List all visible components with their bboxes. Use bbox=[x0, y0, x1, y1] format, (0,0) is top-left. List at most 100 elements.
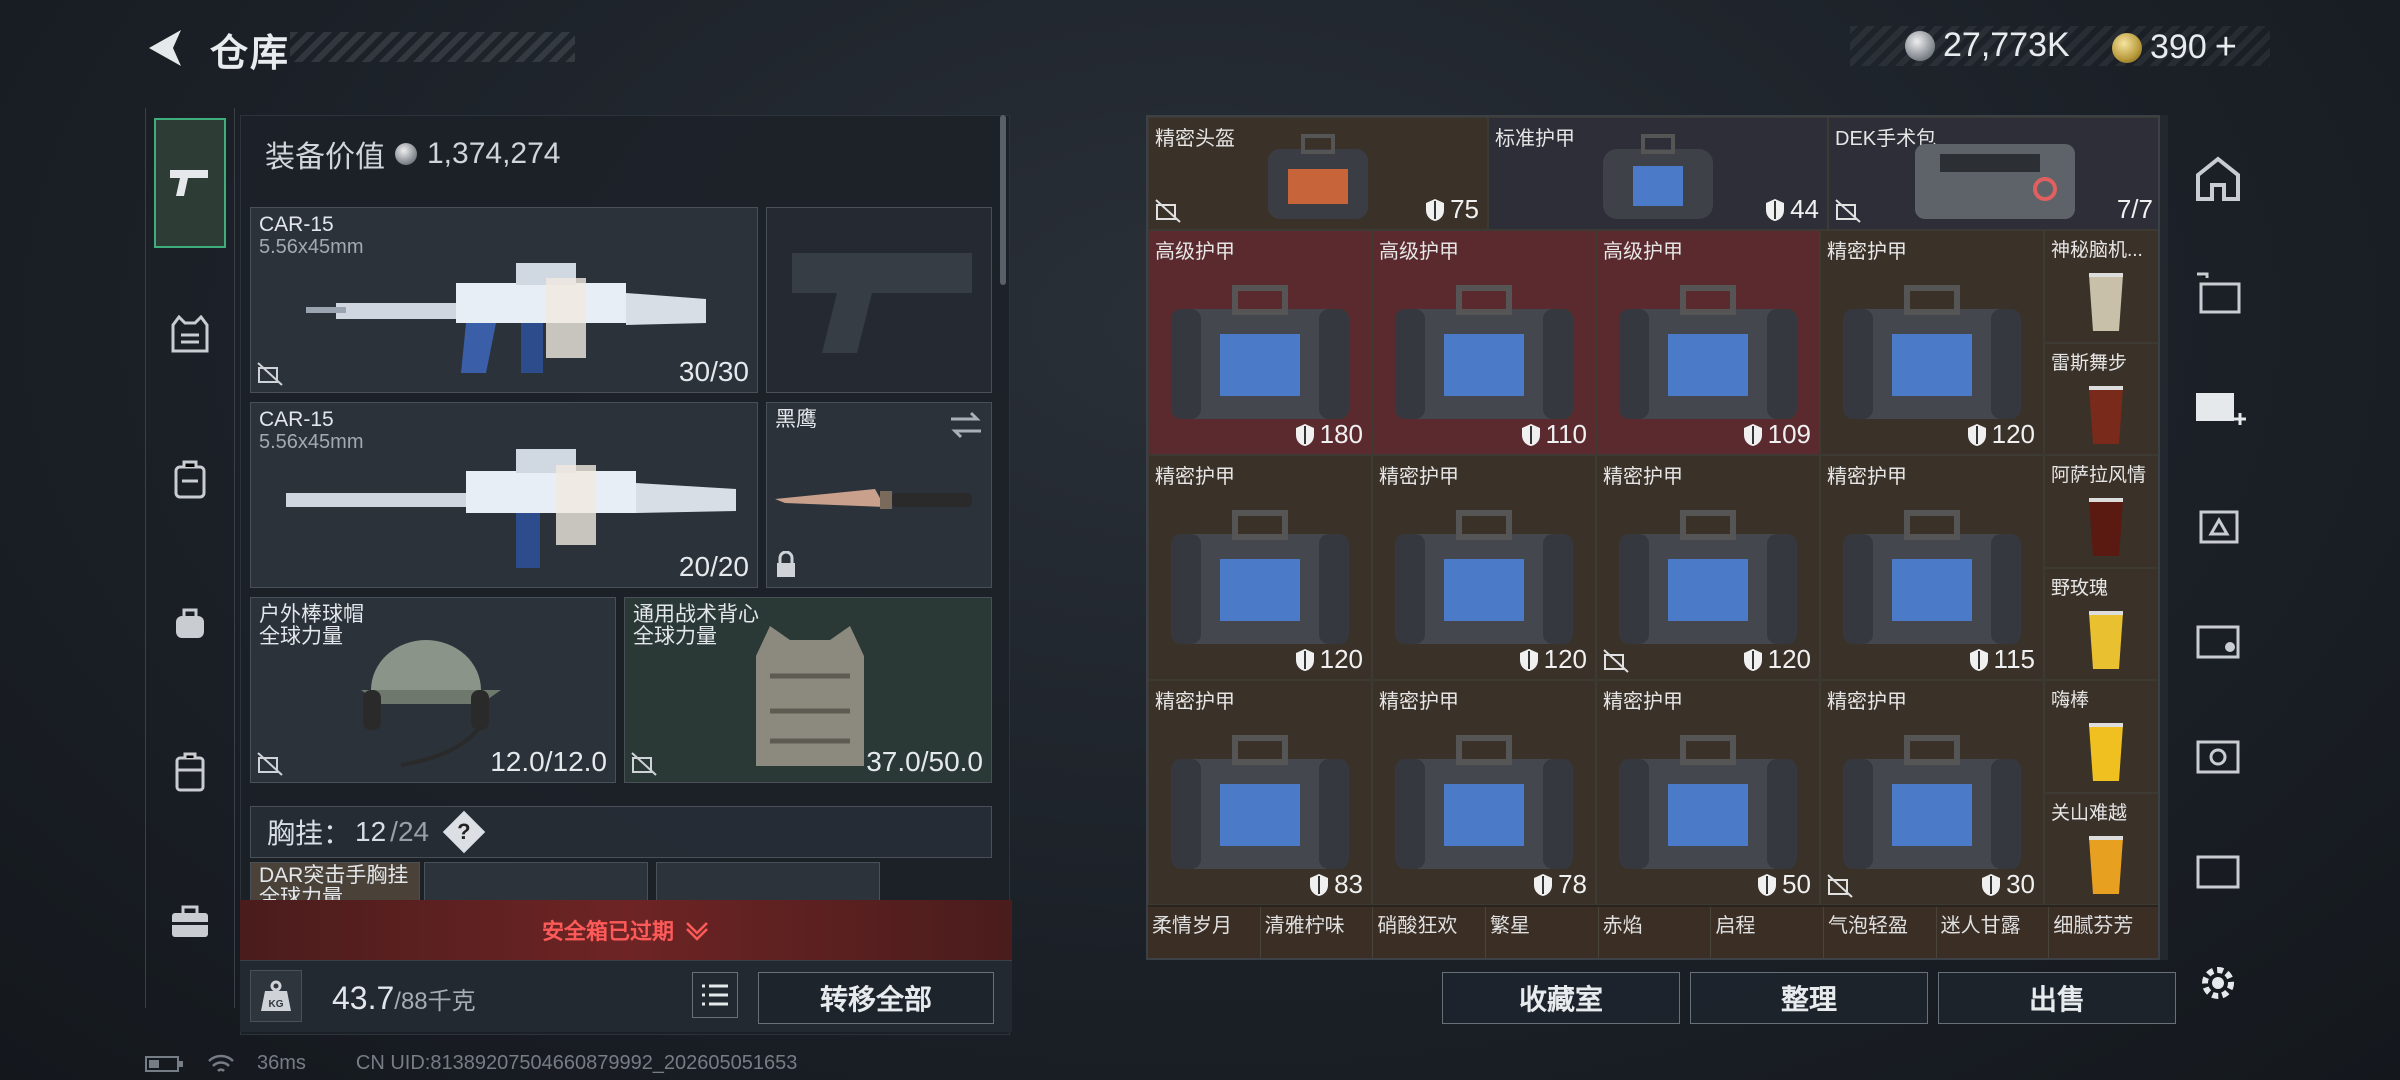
safe-box-expired-banner[interactable]: 安全箱已过期 bbox=[240, 900, 1012, 960]
storage-gti-icon bbox=[2196, 625, 2240, 659]
not-insured-icon bbox=[1835, 199, 1861, 223]
item-name: 高级护甲 bbox=[1155, 241, 1235, 263]
case-icon bbox=[175, 752, 205, 792]
strip-item[interactable]: 启程 bbox=[1711, 907, 1824, 958]
grid-item[interactable]: 精密护甲 83 bbox=[1148, 680, 1372, 905]
tab-storage-6[interactable] bbox=[2186, 718, 2250, 788]
strip-item[interactable]: 硝酸狂欢 bbox=[1373, 907, 1486, 958]
organize-button[interactable]: 整理 bbox=[1690, 972, 1928, 1024]
grid-item[interactable]: 高级护甲 110 bbox=[1372, 230, 1596, 455]
right-storage-tabs bbox=[2180, 108, 2255, 1008]
helmet-slot[interactable]: 户外棒球帽 全球力量 12.0/12.0 bbox=[250, 597, 616, 783]
melee-slot[interactable]: 黑鹰 bbox=[766, 402, 992, 588]
tab-storage-5[interactable] bbox=[2186, 603, 2250, 673]
sell-button[interactable]: 出售 bbox=[1938, 972, 2176, 1024]
settings-button[interactable] bbox=[2186, 948, 2250, 1018]
secondary-weapon-slot[interactable]: CAR-15 5.56x45mm 20/20 bbox=[250, 402, 758, 588]
primary-weapon-slot[interactable]: CAR-15 5.56x45mm 30/30 bbox=[250, 207, 758, 393]
vest-name: 通用战术背心 bbox=[633, 603, 759, 626]
tab-armor[interactable] bbox=[154, 298, 226, 370]
grid-item[interactable]: 精密护甲 120 bbox=[1148, 455, 1372, 680]
tab-storage-7[interactable] bbox=[2186, 833, 2250, 903]
side-item[interactable]: 雷斯舞步 bbox=[2044, 342, 2158, 455]
uid-text: CN UID:813892075046608799​92_20260505165… bbox=[355, 1052, 798, 1074]
vest-slot[interactable]: 通用战术背心 全球力量 37.0/50.0 bbox=[624, 597, 992, 783]
side-item[interactable]: 阿萨拉风情 bbox=[2044, 455, 2158, 568]
strip-item[interactable]: 迷人甘露 bbox=[1936, 907, 2050, 958]
strip-item[interactable]: 细腻芬芳 bbox=[2049, 907, 2158, 958]
item-name: 野玫瑰 bbox=[2051, 577, 2109, 599]
grid-item[interactable]: DEK手术包 7/7 bbox=[1828, 117, 2158, 230]
not-insured-icon bbox=[1603, 649, 1629, 673]
helmet-durability: 12.0/12.0 bbox=[490, 746, 607, 777]
add-storage-icon bbox=[2196, 393, 2246, 425]
drink-image bbox=[2089, 273, 2123, 331]
tab-storage-home[interactable] bbox=[2186, 144, 2250, 214]
back-arrow-icon[interactable] bbox=[145, 26, 185, 70]
equipment-scrollbar[interactable] bbox=[1000, 115, 1006, 285]
chest-rig-slot[interactable] bbox=[656, 862, 880, 902]
item-name: 精密护甲 bbox=[1379, 466, 1459, 488]
strip-item[interactable]: 气泡轻盈 bbox=[1824, 907, 1937, 958]
grid-item[interactable]: 精密头盔 75 bbox=[1148, 117, 1488, 230]
item-durability: 75 bbox=[1450, 194, 1479, 224]
storage-gti-2-icon bbox=[2196, 855, 2240, 889]
grid-item[interactable]: 精密护甲 78 bbox=[1372, 680, 1596, 905]
grid-item[interactable]: 精密护甲 120 bbox=[1820, 230, 2044, 455]
chest-rig-item[interactable]: DAR突击手胸挂 全球力量 bbox=[250, 862, 420, 902]
shield-icon bbox=[1426, 198, 1445, 221]
medkit-image bbox=[1915, 144, 2075, 220]
grid-item[interactable]: 高级护甲 109 bbox=[1596, 230, 1820, 455]
grid-scrollbar[interactable] bbox=[2160, 115, 2168, 960]
grid-item[interactable]: 精密护甲 120 bbox=[1596, 455, 1820, 680]
gold-coin-icon bbox=[2112, 32, 2142, 63]
tab-storage-2[interactable] bbox=[2186, 258, 2250, 328]
collection-room-button[interactable]: 收藏室 bbox=[1442, 972, 1680, 1024]
side-item[interactable]: 关山难越 bbox=[2044, 792, 2158, 905]
item-durability: 78 bbox=[1558, 869, 1587, 899]
drink-image bbox=[2089, 610, 2123, 669]
tab-storage-add[interactable] bbox=[2186, 373, 2250, 443]
strip-item[interactable]: 赤焰 bbox=[1598, 907, 1712, 958]
strip-item[interactable]: 清雅柠味 bbox=[1260, 907, 1374, 958]
not-insured-icon bbox=[257, 752, 283, 776]
transfer-all-button[interactable]: 转移全部 bbox=[758, 972, 994, 1024]
gold-amount: 390 bbox=[2150, 28, 2207, 66]
tab-toolbox[interactable] bbox=[154, 886, 226, 958]
item-durability: 109 bbox=[1767, 419, 1811, 449]
grid-item[interactable]: 标准护甲 44 bbox=[1488, 117, 1828, 230]
chest-rig-label: 胸挂： bbox=[267, 818, 352, 849]
drink-image bbox=[2089, 385, 2123, 444]
chest-rig-slot[interactable] bbox=[424, 862, 648, 902]
add-gold-icon[interactable]: + bbox=[2215, 26, 2237, 69]
tab-backpack[interactable] bbox=[154, 443, 226, 515]
pistol-slot-empty[interactable] bbox=[766, 207, 992, 393]
item-name: 精密护甲 bbox=[1155, 691, 1235, 713]
not-insured-icon bbox=[1155, 199, 1181, 223]
tab-case[interactable] bbox=[154, 736, 226, 808]
grid-item[interactable]: 精密护甲 120 bbox=[1372, 455, 1596, 680]
armor-bag-image bbox=[1171, 509, 1349, 644]
armor-bag-image bbox=[1619, 509, 1797, 644]
tab-weapons[interactable] bbox=[154, 118, 226, 248]
grid-item[interactable]: 精密护甲 50 bbox=[1596, 680, 1820, 905]
strip-item[interactable]: 繁星 bbox=[1486, 907, 1599, 958]
grid-item[interactable]: 精密护甲 115 bbox=[1820, 455, 2044, 680]
grid-item[interactable]: 精密护甲 30 bbox=[1820, 680, 2044, 905]
side-item[interactable]: 嗨棒 bbox=[2044, 680, 2158, 793]
strip-item[interactable]: 柔情岁月 bbox=[1148, 907, 1261, 958]
grid-item[interactable]: 高级护甲 180 bbox=[1148, 230, 1372, 455]
chevron-down-icon bbox=[686, 922, 708, 941]
drink-image bbox=[2089, 498, 2123, 556]
swap-icon[interactable] bbox=[949, 411, 983, 439]
tab-storage-4[interactable] bbox=[2186, 488, 2250, 558]
list-view-button[interactable] bbox=[692, 972, 738, 1018]
help-icon[interactable]: ? bbox=[442, 810, 486, 854]
side-item[interactable]: 野玫瑰 bbox=[2044, 567, 2158, 680]
side-item[interactable]: 神秘脑机... bbox=[2044, 230, 2158, 343]
item-durability: 120 bbox=[1319, 644, 1363, 674]
battery-icon bbox=[145, 1055, 183, 1072]
drink-image bbox=[2089, 723, 2123, 781]
tab-pouch[interactable] bbox=[154, 588, 226, 660]
gold-currency[interactable]: 390 + bbox=[2112, 26, 2237, 69]
